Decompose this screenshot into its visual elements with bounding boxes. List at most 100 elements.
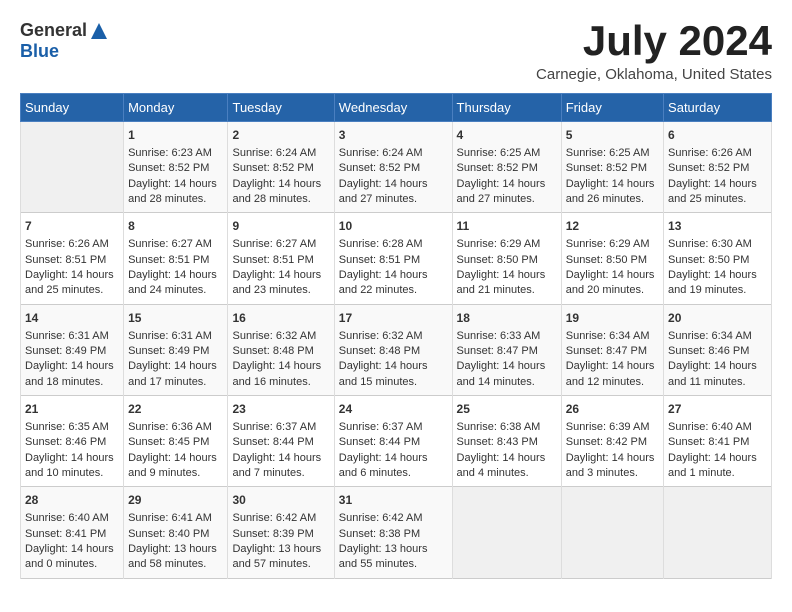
calendar-cell: 14Sunrise: 6:31 AMSunset: 8:49 PMDayligh… [21, 304, 124, 395]
sunrise-text: Sunrise: 6:39 AM [566, 420, 659, 435]
calendar-cell: 2Sunrise: 6:24 AMSunset: 8:52 PMDaylight… [228, 122, 334, 213]
sunset-text: Sunset: 8:51 PM [232, 253, 329, 268]
sunset-text: Sunset: 8:47 PM [457, 344, 557, 359]
logo-general-text: General [20, 20, 87, 41]
sunrise-text: Sunrise: 6:40 AM [25, 511, 119, 526]
sunrise-text: Sunrise: 6:33 AM [457, 329, 557, 344]
sunset-text: Sunset: 8:39 PM [232, 527, 329, 542]
daylight-text: Daylight: 14 hours and 28 minutes. [232, 177, 329, 208]
day-number: 19 [566, 310, 659, 327]
calendar-cell: 26 Sunrise: 6:39 AMSunset: 8:42 PMDayligh… [561, 396, 663, 487]
daylight-text: Daylight: 14 hours and 15 minutes. [339, 359, 448, 390]
sunset-text: Sunset: 8:47 PM [566, 344, 659, 359]
day-number: 23 [232, 401, 329, 418]
calendar-cell: 9Sunrise: 6:27 AMSunset: 8:51 PMDaylight… [228, 213, 334, 304]
sunset-text: Sunset: 8:44 PM [232, 435, 329, 450]
sunset-text: Sunset: 8:49 PM [128, 344, 223, 359]
sunset-text: Sunset: 8:43 PM [457, 435, 557, 450]
calendar-cell: 19Sunrise: 6:34 AMSunset: 8:47 PMDayligh… [561, 304, 663, 395]
daylight-text: Daylight: 14 hours and 21 minutes. [457, 268, 557, 299]
daylight-text: Daylight: 14 hours and 9 minutes. [128, 451, 223, 482]
sunrise-text: Sunrise: 6:36 AM [128, 420, 223, 435]
sunrise-text: Sunrise: 6:27 AM [232, 237, 329, 252]
daylight-text: Daylight: 14 hours and 27 minutes. [339, 177, 448, 208]
daylight-text: Daylight: 14 hours and 20 minutes. [566, 268, 659, 299]
sunrise-text: Sunrise: 6:29 AM [566, 237, 659, 252]
calendar-week-row: 1Sunrise: 6:23 AMSunset: 8:52 PMDaylight… [21, 122, 772, 213]
sunrise-text: Sunrise: 6:42 AM [232, 511, 329, 526]
day-number: 11 [457, 218, 557, 235]
day-number: 6 [668, 127, 767, 144]
sunset-text: Sunset: 8:45 PM [128, 435, 223, 450]
sunset-text: Sunset: 8:49 PM [25, 344, 119, 359]
sunrise-text: Sunrise: 6:35 AM [25, 420, 119, 435]
sunrise-text: Sunrise: 6:38 AM [457, 420, 557, 435]
daylight-text: Daylight: 14 hours and 7 minutes. [232, 451, 329, 482]
sunrise-text: Sunrise: 6:29 AM [457, 237, 557, 252]
weekday-header-saturday: Saturday [664, 94, 772, 122]
day-number: 18 [457, 310, 557, 327]
daylight-text: Daylight: 14 hours and 10 minutes. [25, 451, 119, 482]
calendar-cell: 10Sunrise: 6:28 AMSunset: 8:51 PMDayligh… [334, 213, 452, 304]
day-number: 24 [339, 401, 448, 418]
weekday-header-wednesday: Wednesday [334, 94, 452, 122]
calendar-week-row: 21Sunrise: 6:35 AMSunset: 8:46 PMDayligh… [21, 396, 772, 487]
sunrise-text: Sunrise: 6:40 AM [668, 420, 767, 435]
sunset-text: Sunset: 8:40 PM [128, 527, 223, 542]
daylight-text: Daylight: 14 hours and 4 minutes. [457, 451, 557, 482]
sunrise-text: Sunrise: 6:26 AM [25, 237, 119, 252]
calendar-cell: 25 Sunrise: 6:38 AMSunset: 8:43 PMDayligh… [452, 396, 561, 487]
day-number: 25 [457, 401, 557, 418]
daylight-text: Daylight: 14 hours and 16 minutes. [232, 359, 329, 390]
calendar-cell: 7 Sunrise: 6:26 AMSunset: 8:51 PMDaylight… [21, 213, 124, 304]
day-number: 20 [668, 310, 767, 327]
day-number: 15 [128, 310, 223, 327]
day-number: 1 [128, 127, 223, 144]
day-number: 27 [668, 401, 767, 418]
daylight-text: Daylight: 14 hours and 25 minutes. [25, 268, 119, 299]
sunset-text: Sunset: 8:48 PM [232, 344, 329, 359]
sunrise-text: Sunrise: 6:37 AM [232, 420, 329, 435]
daylight-text: Daylight: 14 hours and 14 minutes. [457, 359, 557, 390]
daylight-text: Daylight: 14 hours and 6 minutes. [339, 451, 448, 482]
day-number: 31 [339, 492, 448, 509]
calendar-cell: 31Sunrise: 6:42 AMSunset: 8:38 PMDayligh… [334, 487, 452, 578]
day-number: 4 [457, 127, 557, 144]
sunset-text: Sunset: 8:52 PM [457, 161, 557, 176]
day-number: 26 [566, 401, 659, 418]
calendar-cell: 15Sunrise: 6:31 AMSunset: 8:49 PMDayligh… [124, 304, 228, 395]
calendar-cell: 18 Sunrise: 6:33 AMSunset: 8:47 PMDayligh… [452, 304, 561, 395]
day-number: 12 [566, 218, 659, 235]
calendar-cell: 30Sunrise: 6:42 AMSunset: 8:39 PMDayligh… [228, 487, 334, 578]
title-area: July 2024 Carnegie, Oklahoma, United Sta… [536, 20, 772, 83]
calendar-table: SundayMondayTuesdayWednesdayThursdayFrid… [20, 93, 772, 579]
calendar-cell: 12Sunrise: 6:29 AMSunset: 8:50 PMDayligh… [561, 213, 663, 304]
sunset-text: Sunset: 8:52 PM [668, 161, 767, 176]
page-header: General Blue July 2024 Carnegie, Oklahom… [20, 20, 772, 83]
sunset-text: Sunset: 8:42 PM [566, 435, 659, 450]
day-number: 16 [232, 310, 329, 327]
weekday-header-friday: Friday [561, 94, 663, 122]
day-number: 7 [25, 218, 119, 235]
sunset-text: Sunset: 8:51 PM [25, 253, 119, 268]
day-number: 29 [128, 492, 223, 509]
sunrise-text: Sunrise: 6:26 AM [668, 146, 767, 161]
sunrise-text: Sunrise: 6:34 AM [668, 329, 767, 344]
daylight-text: Daylight: 14 hours and 3 minutes. [566, 451, 659, 482]
sunset-text: Sunset: 8:52 PM [232, 161, 329, 176]
month-year-title: July 2024 [536, 20, 772, 62]
day-number: 14 [25, 310, 119, 327]
sunrise-text: Sunrise: 6:24 AM [232, 146, 329, 161]
daylight-text: Daylight: 14 hours and 24 minutes. [128, 268, 223, 299]
day-number: 9 [232, 218, 329, 235]
sunset-text: Sunset: 8:50 PM [457, 253, 557, 268]
sunset-text: Sunset: 8:41 PM [25, 527, 119, 542]
calendar-cell: 6Sunrise: 6:26 AMSunset: 8:52 PMDaylight… [664, 122, 772, 213]
daylight-text: Daylight: 14 hours and 11 minutes. [668, 359, 767, 390]
sunrise-text: Sunrise: 6:23 AM [128, 146, 223, 161]
day-number: 3 [339, 127, 448, 144]
sunset-text: Sunset: 8:51 PM [128, 253, 223, 268]
calendar-week-row: 28Sunrise: 6:40 AMSunset: 8:41 PMDayligh… [21, 487, 772, 578]
sunrise-text: Sunrise: 6:24 AM [339, 146, 448, 161]
calendar-week-row: 14Sunrise: 6:31 AMSunset: 8:49 PMDayligh… [21, 304, 772, 395]
